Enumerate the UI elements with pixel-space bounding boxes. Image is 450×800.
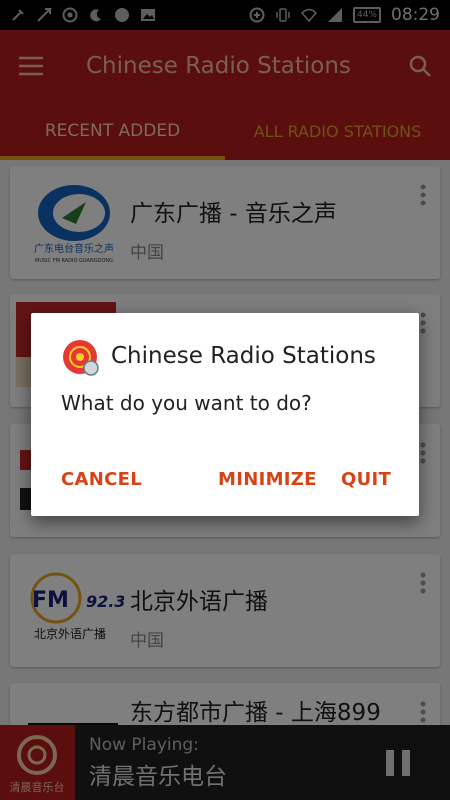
dialog-title: Chinese Radio Stations	[111, 343, 376, 369]
action-dialog: Chinese Radio Stations What do you want …	[31, 313, 419, 516]
quit-button[interactable]: QUIT	[341, 469, 391, 490]
app-icon	[63, 340, 99, 376]
minimize-button[interactable]: MINIMIZE	[218, 469, 317, 490]
dialog-message: What do you want to do?	[61, 391, 312, 415]
cancel-button[interactable]: CANCEL	[61, 469, 142, 490]
